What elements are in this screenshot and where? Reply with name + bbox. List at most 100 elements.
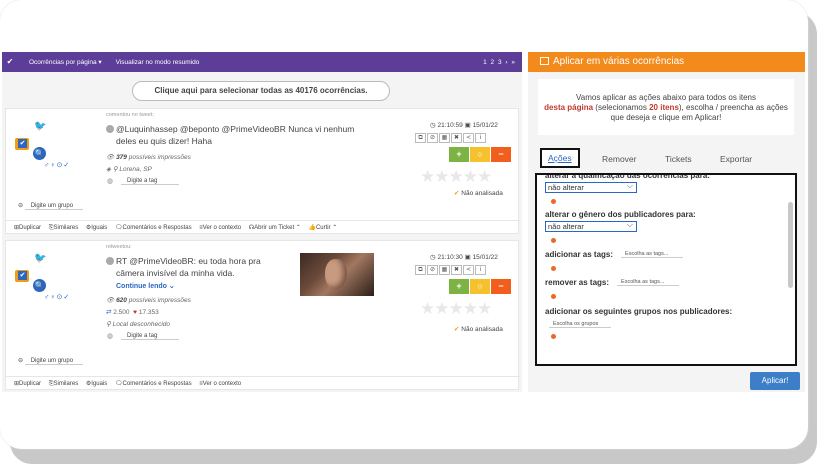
post-datetime: ◷ 21:10:30 ▣ 15/01/22 [430,254,498,261]
sentiment-buttons: + ○ − [449,279,512,294]
post-image[interactable] [300,253,374,296]
retweet-icon: ⇄ [106,309,112,316]
bulk-tabs: Ações Remover Tickets Exportar [540,148,790,170]
post-text-line1: @Luquinhassep @beponto @PrimeVideoBR Nun… [116,124,355,134]
negative-button[interactable]: − [491,147,511,162]
qualification-select[interactable]: não alterar [545,181,637,193]
group-input[interactable]: Digite um grupo [24,358,83,365]
location-text: Lorena, SP [119,166,152,173]
groups-input[interactable]: Escolha os grupos [549,321,611,328]
post-toolbar: ⧉ ⊘ ▦ ✖ ≺ i [415,133,487,143]
add-tags-row: adicionar as tags: Escolha as tags... [545,249,783,260]
duplicate-link[interactable]: ⊞Duplicar [14,381,41,387]
tab-acoes[interactable]: Ações [540,148,580,168]
context-link[interactable]: ≡Ver o contexto [199,225,241,231]
post-select-checkbox[interactable]: ✔ [15,270,29,282]
retweets-count: 2.500 [113,309,130,316]
post-text[interactable]: @Luquinhassep @beponto @PrimeVideoBR Nun… [106,123,354,147]
negative-button[interactable]: − [491,279,511,294]
field-indicator [551,334,556,339]
share-icon[interactable]: ≺ [463,265,474,275]
check-icon: ✔ [454,190,460,197]
rating-stars[interactable]: ★★★★★ [420,167,492,187]
tab-remover[interactable]: Remover [602,154,636,164]
close-icon[interactable]: ✖ [451,133,462,143]
image-face [325,259,347,289]
post-text[interactable]: RT @PrimeVideoBR: eu toda hora pra câmer… [106,255,261,293]
calculator-icon[interactable]: ▦ [439,265,450,275]
positive-button[interactable]: + [449,147,469,162]
rating-stars[interactable]: ★★★★★ [420,299,492,319]
tab-tickets[interactable]: Tickets [665,154,692,164]
occurrences-toolbar: ✔ Ocorrências por página ▾ Visualizar no… [2,52,522,72]
comments-link[interactable]: 🗨Comentários e Respostas [115,381,192,387]
select-page-checkbox[interactable]: ✔ [5,57,15,67]
share-icon[interactable]: ≺ [463,133,474,143]
similar-link[interactable]: ⎘Similares [49,381,78,387]
tag-input[interactable]: Digite a tag [121,333,179,340]
gender-icons[interactable]: ♂♀⊙✓ [44,293,70,301]
context-link[interactable]: ≡Ver o contexto [199,381,241,387]
avatar [106,257,114,265]
checkmark-icon: ✔ [18,271,27,280]
bulk-actions-panel: Aplicar em várias ocorrências Vamos apli… [528,52,805,392]
status-text: Não analisada [461,190,503,197]
post-toolbar: ⧉ ⊘ ▦ ✖ ≺ i [415,265,487,275]
remove-tags-label: remover as tags: [545,278,610,287]
info-text-1: Vamos aplicar as ações abaixo para todos… [576,93,756,102]
groups-label: adicionar os seguintes grupos nos public… [545,307,733,316]
post-time: 21:10:59 [437,122,463,129]
pagination[interactable]: 1 2 3 › » [483,59,516,66]
group-input[interactable]: Digite um grupo [24,203,83,210]
like-link[interactable]: 👍Curtir ⌃ [309,225,338,231]
form-scrollbar[interactable] [788,202,793,288]
calculator-icon[interactable]: ▦ [439,133,450,143]
equal-link[interactable]: ⚙Iguais [86,381,107,387]
open-ticket-link[interactable]: ☊Abrir um Ticket ⌃ [249,225,301,231]
post-select-checkbox[interactable]: ✔ [15,138,29,150]
info-highlight: desta página [544,103,594,112]
group-field: ⊖ Digite um grupo [18,357,83,365]
tag-icon: ◍ [107,333,114,340]
gender-icons[interactable]: ♂♀⊙✓ [44,161,70,169]
block-icon[interactable]: ⊘ [427,265,438,275]
gender-label: alterar o gênero dos publicadores para: [545,210,696,219]
positive-button[interactable]: + [449,279,469,294]
apply-button[interactable]: Aplicar! [750,372,800,390]
remove-tags-input[interactable]: Escolha as tags... [617,279,680,286]
neutral-button[interactable]: ○ [470,279,490,294]
per-page-dropdown[interactable]: Ocorrências por página ▾ [29,58,102,66]
summary-mode-link[interactable]: Visualizar no modo resumido [116,59,200,66]
similar-link[interactable]: ⎘Similares [49,225,78,231]
equal-link[interactable]: ⚙Iguais [86,225,107,231]
search-icon[interactable]: 🔍 [33,147,46,160]
block-icon[interactable]: ⊘ [427,133,438,143]
copy-icon[interactable]: ⧉ [415,133,426,143]
tag-icon: ◍ [107,178,114,185]
copy-icon[interactable]: ⧉ [415,265,426,275]
select-all-button[interactable]: Clique aqui para selecionar todas as 401… [132,81,390,101]
remove-tags-row: remover as tags: Escolha as tags... [545,277,783,288]
impressions-value: 620 [116,297,127,304]
add-tags-input[interactable]: Escolha as tags... [621,251,684,258]
search-icon[interactable]: 🔍 [33,279,46,292]
tab-exportar[interactable]: Exportar [720,154,752,164]
duplicate-link[interactable]: ⊞Duplicar [14,225,41,231]
post-date: 15/01/22 [472,254,498,261]
twitter-icon: 🐦 [34,121,47,132]
select-all-count: 40176 [295,86,318,95]
sentiment-buttons: + ○ − [449,147,512,162]
neutral-button[interactable]: ○ [470,147,490,162]
avatar [106,125,114,133]
location-text: Local desconhecido [112,321,171,328]
info-icon[interactable]: i [475,265,486,275]
post-text-line1: RT @PrimeVideoBR: eu toda hora pra [116,256,261,266]
close-icon[interactable]: ✖ [451,265,462,275]
impressions: 👁 379 possíveis impressões [106,154,191,161]
comments-link[interactable]: 🗨Comentários e Respostas [115,225,192,231]
tag-input[interactable]: Digite a tag [121,178,179,185]
gender-select[interactable]: não alterar [545,220,637,232]
info-icon[interactable]: i [475,133,486,143]
continue-reading-link[interactable]: Continue lendo ⌄ [106,283,175,290]
status-badge: ✔ Não analisada [454,325,503,333]
